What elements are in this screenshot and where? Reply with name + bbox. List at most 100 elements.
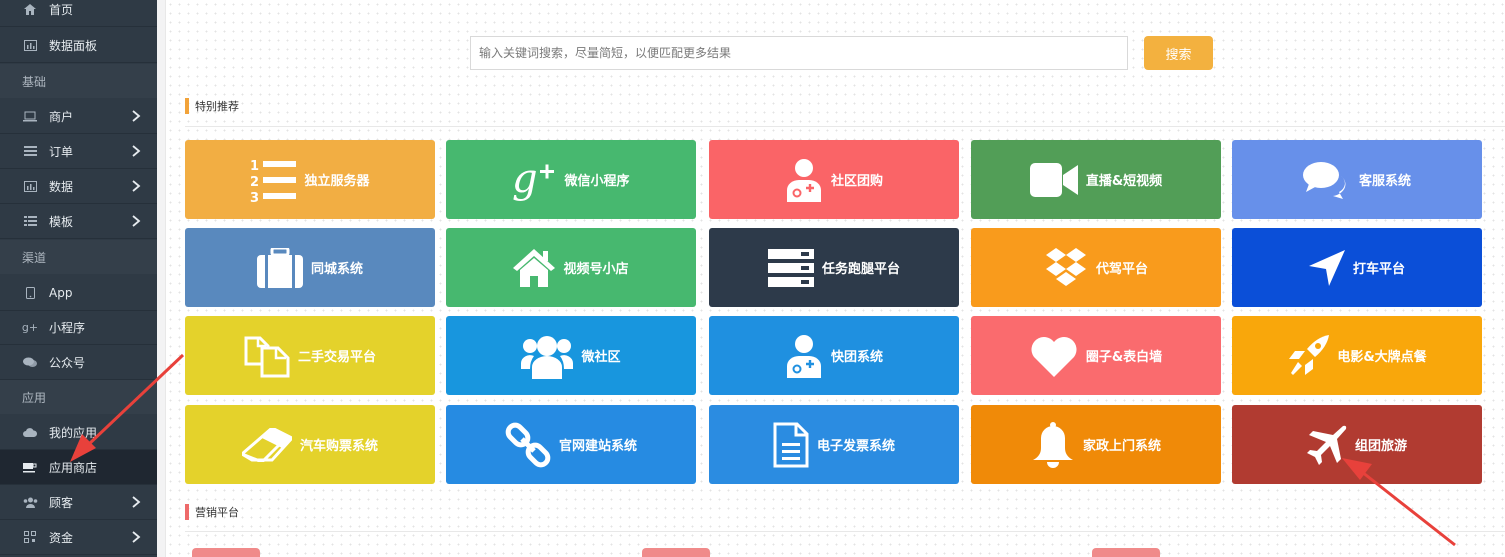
sidebar-item-home[interactable]: 首页	[0, 0, 157, 27]
sidebar-item-myapps[interactable]: 我的应用	[0, 415, 157, 450]
sidebar: 首页 数据面板 基础 商户 订单 数据 模板 渠道 App g+ 小程序 公众号…	[0, 0, 157, 557]
svg-text:3: 3	[250, 191, 259, 203]
tile-label: 视频号小店	[563, 262, 629, 277]
tile-ride-hailing[interactable]: 打车平台	[1232, 228, 1482, 307]
tile-label: 官网建站系统	[558, 439, 637, 454]
tile-movie-brand-dining[interactable]: 电影&大牌点餐	[1232, 316, 1482, 395]
list-icon	[22, 144, 38, 158]
dropbox-icon	[1044, 247, 1088, 288]
tile-wechat-miniprogram[interactable]: g 微信小程序	[446, 140, 696, 219]
tile-customer-service[interactable]: 客服系统	[1232, 140, 1482, 219]
tile-group-travel[interactable]: 组团旅游	[1232, 405, 1482, 484]
coffee-icon	[22, 460, 38, 474]
tile-micro-community[interactable]: 微社区	[446, 316, 696, 395]
sidebar-item-app[interactable]: App	[0, 276, 157, 311]
list-ol-icon: 123	[250, 157, 297, 203]
marketing-item-thumb[interactable]	[642, 548, 710, 557]
tile-car-ticket[interactable]: 汽车购票系统	[185, 405, 435, 484]
sidebar-item-label: 数据	[49, 179, 74, 194]
tile-errand-platform[interactable]: 任务跑腿平台	[709, 228, 959, 307]
tile-label: 社区团购	[830, 174, 883, 189]
app-store-panel: 搜索 特别推荐 123 独立服务器 g 微信小程序 社区团购 直播&短视频 客服…	[165, 0, 1505, 557]
user-md-icon	[785, 158, 823, 202]
tile-channels-shop[interactable]: 视频号小店	[446, 228, 696, 307]
tile-circle-confession-wall[interactable]: 圈子&表白墙	[971, 316, 1221, 395]
cloud-icon	[22, 425, 38, 439]
sidebar-item-label: 小程序	[49, 320, 86, 335]
suitcase-icon	[256, 247, 303, 288]
tile-designated-driver[interactable]: 代驾平台	[971, 228, 1221, 307]
th-list-icon	[22, 214, 38, 228]
sidebar-item-label: 应用商店	[49, 460, 98, 475]
tile-quick-group[interactable]: 快团系统	[709, 316, 959, 395]
sidebar-group-channel: 渠道	[0, 240, 157, 274]
chevron-right-icon	[132, 531, 141, 543]
tile-secondhand[interactable]: 二手交易平台	[185, 316, 435, 395]
sidebar-item-label: App	[49, 286, 73, 300]
tile-label: 任务跑腿平台	[821, 262, 900, 277]
user-md-icon	[785, 334, 823, 378]
heart-icon	[1030, 335, 1078, 377]
home-icon	[513, 248, 556, 287]
tile-home-service[interactable]: 家政上门系统	[971, 405, 1221, 484]
svg-text:1: 1	[250, 159, 259, 174]
google-plus-icon: g	[512, 156, 556, 204]
tile-label: 微社区	[581, 350, 621, 365]
sidebar-item-customers[interactable]: 顾客	[0, 485, 157, 520]
marketing-item-thumb[interactable]	[1092, 548, 1160, 557]
users-icon	[22, 495, 38, 509]
tile-e-invoice[interactable]: 电子发票系统	[709, 405, 959, 484]
sidebar-item-funds[interactable]: 资金	[0, 520, 157, 555]
tile-label: 电影&大牌点餐	[1337, 350, 1427, 365]
sidebar-item-official[interactable]: 公众号	[0, 345, 157, 380]
section-marker	[185, 98, 189, 114]
tile-same-city[interactable]: 同城系统	[185, 228, 435, 307]
google-plus-icon: g+	[21, 320, 39, 334]
tile-website-builder[interactable]: 官网建站系统	[446, 405, 696, 484]
search-button[interactable]: 搜索	[1144, 36, 1213, 70]
bar-chart-icon	[22, 179, 38, 193]
tile-label: 圈子&表白墙	[1085, 350, 1163, 365]
tile-dedicated-server[interactable]: 123 独立服务器	[185, 140, 435, 219]
section-marker	[185, 504, 189, 520]
sidebar-item-orders[interactable]: 订单	[0, 134, 157, 169]
tile-label: 直播&短视频	[1085, 174, 1163, 189]
sidebar-item-label: 订单	[49, 144, 74, 159]
section-title-text: 营销平台	[195, 506, 239, 519]
tile-label: 客服系统	[1358, 174, 1411, 189]
divider	[185, 531, 1505, 532]
link-icon	[505, 422, 551, 468]
sidebar-item-template[interactable]: 模板	[0, 204, 157, 239]
tile-community-group-buy[interactable]: 社区团购	[709, 140, 959, 219]
sidebar-item-miniprogram[interactable]: g+ 小程序	[0, 310, 157, 345]
tile-label: 二手交易平台	[297, 350, 376, 365]
sidebar-item-label: 顾客	[49, 495, 74, 510]
divider	[185, 126, 1505, 127]
sidebar-item-label: 公众号	[49, 355, 86, 370]
search-input[interactable]	[470, 36, 1128, 70]
svg-text:2: 2	[250, 175, 259, 190]
sidebar-item-label: 数据面板	[49, 38, 98, 53]
sidebar-item-appstore[interactable]: 应用商店	[0, 450, 157, 485]
sidebar-item-label: 资金	[49, 530, 74, 545]
svg-text:g: g	[512, 156, 538, 202]
home-icon	[22, 2, 38, 16]
sidebar-item-dashboard[interactable]: 数据面板	[0, 28, 157, 63]
bar-chart-icon	[22, 38, 38, 52]
sidebar-item-data[interactable]: 数据	[0, 169, 157, 204]
tile-label: 微信小程序	[564, 174, 630, 189]
eraser-icon	[241, 427, 292, 462]
chevron-right-icon	[132, 215, 141, 227]
sidebar-item-label: 商户	[49, 109, 74, 124]
users-icon	[521, 333, 574, 379]
tile-live-short-video[interactable]: 直播&短视频	[971, 140, 1221, 219]
comments-icon	[1302, 160, 1351, 200]
tile-label: 汽车购票系统	[299, 439, 378, 454]
sidebar-item-label: 首页	[49, 2, 74, 17]
copy-icon	[244, 334, 290, 378]
tile-label: 同城系统	[310, 262, 363, 277]
marketing-item-thumb[interactable]	[192, 548, 260, 557]
sidebar-item-merchant[interactable]: 商户	[0, 99, 157, 134]
bell-icon	[1031, 421, 1075, 468]
tile-label: 独立服务器	[304, 174, 370, 189]
